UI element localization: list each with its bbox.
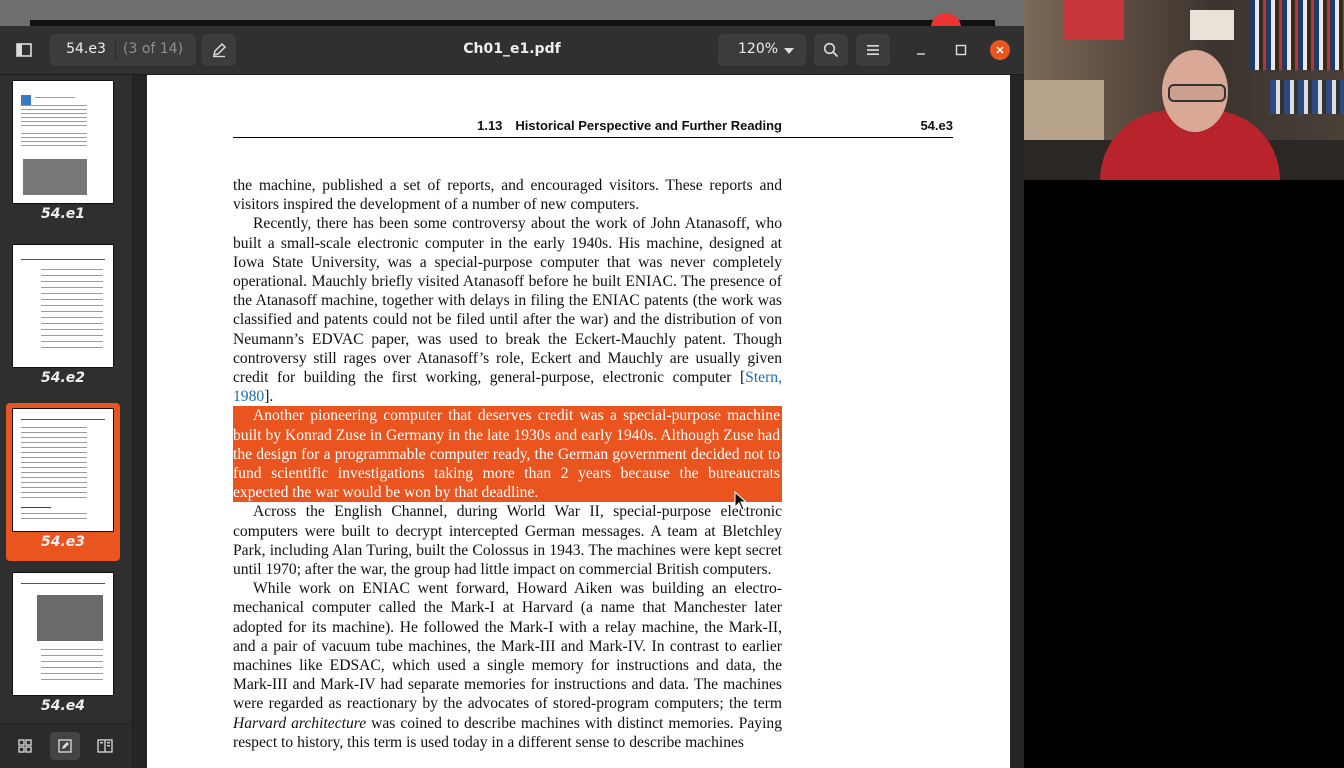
current-page-value[interactable]: 54.e3 bbox=[50, 41, 122, 57]
document-view[interactable]: 1.13 Historical Perspective and Further … bbox=[133, 75, 1024, 768]
grid-icon bbox=[18, 739, 32, 753]
zoom-value: 120% bbox=[738, 41, 779, 57]
page-entry-separator bbox=[115, 40, 116, 60]
thumbnail-label: 54.e3 bbox=[40, 534, 86, 550]
search-icon bbox=[823, 42, 839, 58]
paragraph-text: While work on ENIAC went forward, Howard… bbox=[233, 580, 782, 713]
annotations-icon bbox=[58, 739, 72, 753]
emphasized-term: Harvard architecture bbox=[233, 714, 367, 732]
bookmarks-icon bbox=[97, 739, 113, 753]
bookmarks-view-button[interactable] bbox=[90, 732, 120, 760]
thumbnail-image bbox=[12, 244, 114, 368]
document-viewer-window: 54.e3 (3 of 14) Ch01_e1.pdf 120% 54.e1 5… bbox=[0, 26, 1024, 768]
page-number-entry[interactable]: 54.e3 (3 of 14) bbox=[50, 34, 196, 66]
thumbnail-sidebar: 54.e1 54.e2 54.e3 54.e4 bbox=[0, 75, 133, 768]
thumbnail-page-4[interactable]: 54.e4 bbox=[6, 567, 120, 725]
mouse-pointer-icon bbox=[734, 491, 748, 511]
body-text[interactable]: the machine, published a set of reports,… bbox=[233, 176, 782, 752]
paragraph-text: Recently, there has been some controvers… bbox=[233, 215, 782, 387]
highlighted-paragraph[interactable]: Another pioneering computer that deserve… bbox=[233, 406, 782, 503]
thumbnail-page-2[interactable]: 54.e2 bbox=[6, 239, 120, 397]
minimize-button[interactable] bbox=[906, 34, 936, 66]
webcam-video-feed bbox=[1024, 0, 1344, 180]
thumbnail-image bbox=[12, 80, 114, 204]
document-title: Ch01_e1.pdf bbox=[463, 41, 561, 57]
thumbnail-label: 54.e1 bbox=[40, 206, 86, 222]
sidebar-toggle-button[interactable] bbox=[8, 34, 40, 66]
paragraph[interactable]: Across the English Channel, during World… bbox=[233, 502, 782, 579]
thumbnail-page-3[interactable]: 54.e3 bbox=[6, 403, 120, 561]
paragraph[interactable]: Recently, there has been some controvers… bbox=[233, 214, 782, 406]
annotations-view-button[interactable] bbox=[50, 732, 80, 760]
paragraph[interactable]: While work on ENIAC went forward, Howard… bbox=[233, 579, 782, 752]
main-menu-button[interactable] bbox=[856, 34, 890, 66]
header-bar: 54.e3 (3 of 14) Ch01_e1.pdf 120% bbox=[0, 26, 1024, 75]
zoom-dropdown[interactable]: 120% bbox=[718, 34, 806, 66]
sidebar-toggle-icon bbox=[16, 43, 32, 57]
running-head: 1.13 Historical Perspective and Further … bbox=[233, 117, 953, 138]
thumbnail-label: 54.e2 bbox=[40, 370, 86, 386]
running-head-page-number: 54.e3 bbox=[920, 118, 953, 133]
annotate-button[interactable] bbox=[202, 34, 236, 66]
maximize-button[interactable] bbox=[946, 34, 976, 66]
thumbnails-view-button[interactable] bbox=[10, 732, 40, 760]
thumbnail-image bbox=[12, 572, 114, 696]
maximize-icon bbox=[955, 44, 967, 56]
close-button[interactable] bbox=[990, 40, 1010, 60]
background-logo bbox=[916, 6, 976, 28]
document-page: 1.13 Historical Perspective and Further … bbox=[147, 75, 1010, 768]
page-count-label: (3 of 14) bbox=[123, 41, 184, 57]
pencil-icon bbox=[212, 42, 227, 58]
sidebar-footer bbox=[0, 723, 132, 768]
thumbnail-label: 54.e4 bbox=[40, 698, 86, 714]
hamburger-menu-icon bbox=[867, 45, 879, 55]
running-head-title: 1.13 Historical Perspective and Further … bbox=[477, 118, 782, 133]
chevron-down-icon bbox=[784, 48, 794, 54]
close-icon bbox=[996, 46, 1004, 54]
thumbnail-image bbox=[12, 408, 114, 532]
paragraph-text: ]. bbox=[264, 388, 274, 406]
person-glasses bbox=[1168, 84, 1226, 102]
desktop-background bbox=[0, 0, 1024, 28]
minimize-icon bbox=[917, 53, 925, 55]
paragraph[interactable]: the machine, published a set of reports,… bbox=[233, 176, 782, 214]
thumbnail-page-1[interactable]: 54.e1 bbox=[6, 75, 120, 233]
search-button[interactable] bbox=[814, 34, 848, 66]
